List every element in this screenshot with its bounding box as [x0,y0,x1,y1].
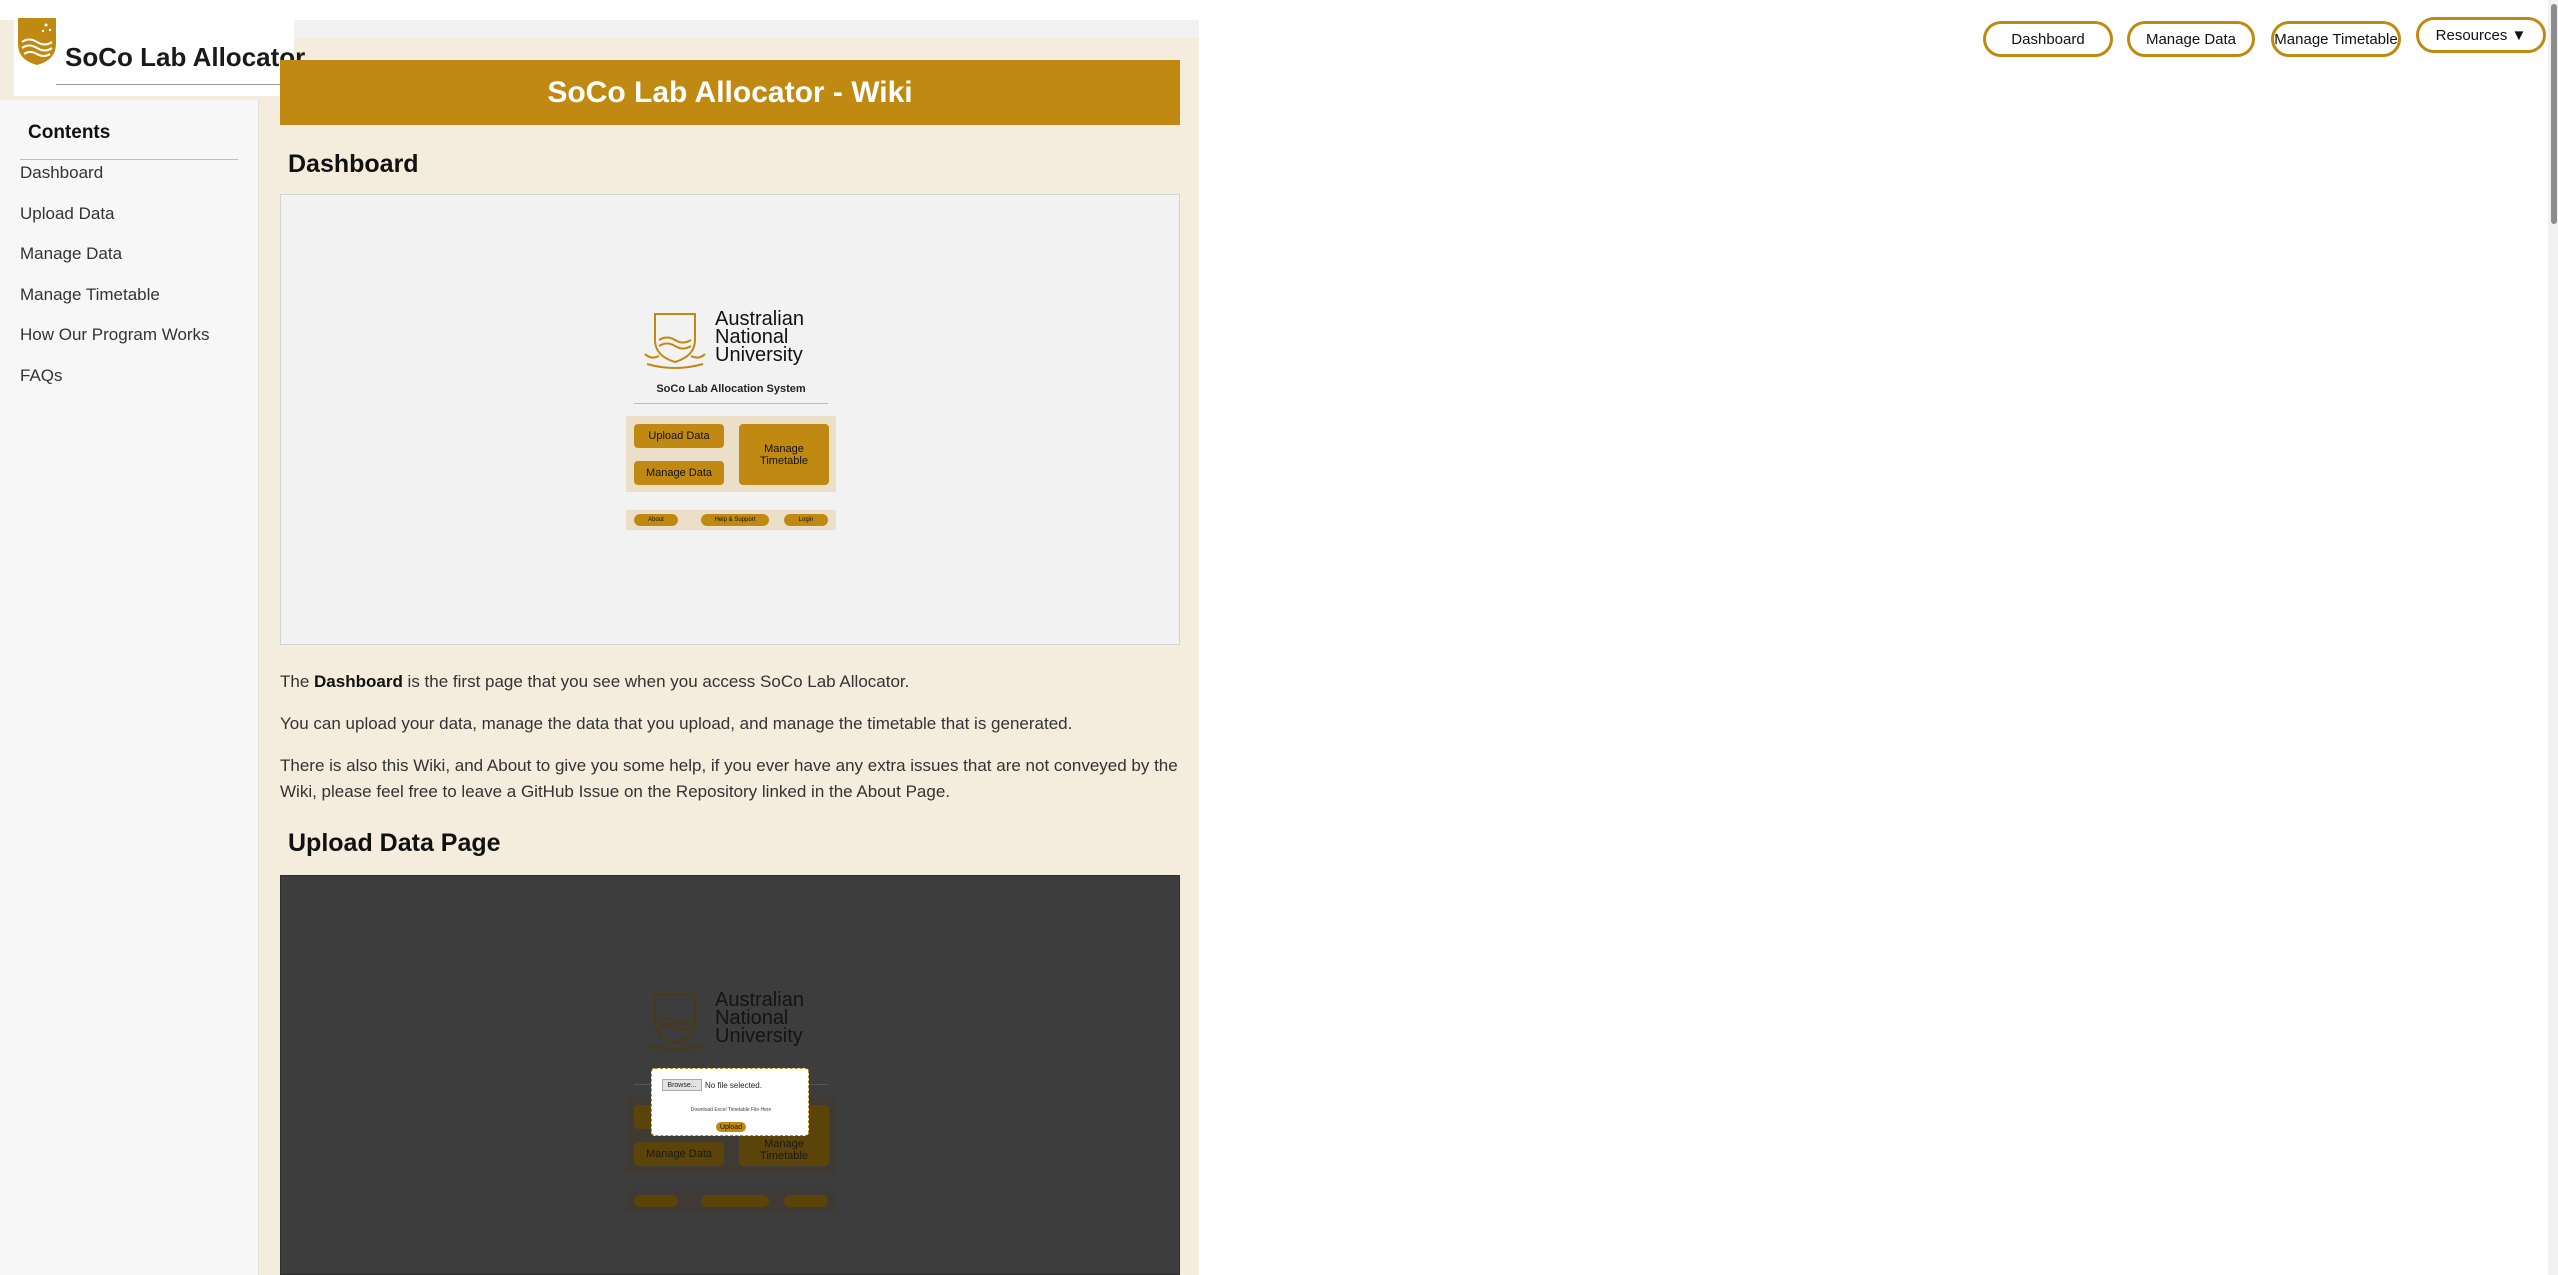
paragraph-text: The [280,672,315,691]
section-heading-upload-data: Upload Data Page [288,829,501,857]
preview-browse-button: Browse... [662,1079,702,1091]
section-heading-dashboard: Dashboard [288,150,419,178]
dashboard-paragraph-3: There is also this Wiki, and About to gi… [280,756,1178,801]
sidebar-divider [20,159,238,160]
dashboard-paragraph-2: You can upload your data, manage the dat… [280,714,1073,733]
preview-no-file-text: No file selected. [705,1081,762,1090]
preview-help-button [701,1195,769,1207]
preview-footer-panel [626,1191,836,1211]
preview-footer-panel: About Help & Support Login [626,510,836,530]
preview-manage-timetable-label: Manage Timetable [760,1137,808,1162]
scrollbar-thumb[interactable] [2551,4,2557,224]
anu-logo: Australian National University [641,309,831,372]
anu-crest-icon [646,994,704,1050]
nav-manage-timetable-button[interactable]: Manage Timetable [2271,21,2401,57]
upload-modal: Browse... No file selected. Download Exc… [651,1068,809,1136]
preview-upload-button: Upload [716,1122,746,1132]
preview-login-button: Login [784,514,828,526]
preview-download-template-link: Download Excel Timetable File Here [690,1107,772,1113]
preview-login-button [784,1195,828,1207]
sidebar-heading: Contents [28,122,111,143]
upload-data-screenshot: Australian National University Manage Da… [280,875,1180,1275]
preview-upload-data-button: Upload Data [634,424,724,448]
sidebar-item-manage-timetable[interactable]: Manage Timetable [20,285,160,305]
paragraph-bold: Dashboard [314,672,403,691]
preview-divider [634,403,828,404]
preview-help-button: Help & Support [701,514,769,526]
sidebar-item-faqs[interactable]: FAQs [20,366,63,386]
page-title-banner: SoCo Lab Allocator - Wiki [280,60,1180,125]
contents-sidebar: Contents Dashboard Upload Data Manage Da… [0,100,259,1275]
university-line-3: University [715,344,803,366]
preview-action-panel: Upload Data Manage Data Manage Timetable [626,416,836,492]
sidebar-item-manage-data[interactable]: Manage Data [20,244,122,264]
paragraph-text: is the first page that you see when you … [402,672,910,691]
sidebar-item-upload-data[interactable]: Upload Data [20,204,115,224]
brand: SoCo Lab Allocator [14,14,305,96]
preview-manage-data-button: Manage Data [634,461,724,485]
system-title: SoCo Lab Allocation System [656,383,806,395]
sidebar-item-dashboard[interactable]: Dashboard [20,163,103,183]
preview-manage-data-button: Manage Data [634,1142,724,1166]
vertical-scrollbar[interactable] [2548,0,2558,1275]
anu-crest-icon [644,313,706,369]
preview-manage-timetable-button: Manage Timetable [739,424,829,485]
anu-crest-icon [18,18,56,65]
brand-divider [56,84,286,85]
nav-dashboard-button[interactable]: Dashboard [1983,21,2113,57]
nav-manage-data-button[interactable]: Manage Data [2127,21,2255,57]
university-line-3: University [715,1025,803,1047]
anu-logo: Australian National University [641,990,831,1053]
dashboard-screenshot: Australian National University SoCo Lab … [280,194,1180,645]
dashboard-paragraph-1: The Dashboard is the first page that you… [280,669,1180,695]
preview-about-button [634,1195,678,1207]
university-name: Australian National University [715,990,804,1047]
nav-resources-dropdown[interactable]: Resources ▼ [2416,17,2546,53]
sidebar-item-how-program-works[interactable]: How Our Program Works [20,325,210,345]
preview-about-button: About [634,514,678,526]
app-title: SoCo Lab Allocator [65,42,306,72]
university-name: Australian National University [715,309,804,366]
